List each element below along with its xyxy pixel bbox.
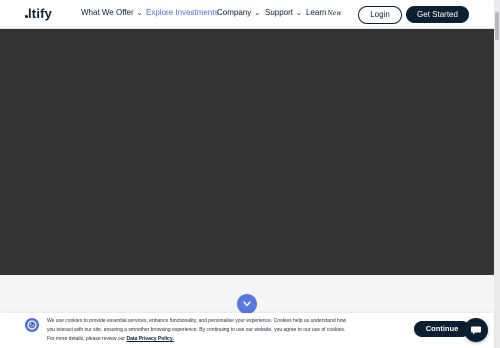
top-navbar: ltify What We Offer ⌄ Explore Investments…: [0, 0, 494, 29]
chevron-down-icon: ⌄: [296, 10, 302, 17]
logo-text: ltify: [28, 6, 53, 21]
scrollbar[interactable]: [494, 0, 500, 348]
data-privacy-policy-link[interactable]: Data Privacy Policy.: [126, 336, 173, 342]
cookie-message-prefix: For more details, please review our: [47, 336, 127, 342]
nav-company[interactable]: Company ⌄: [217, 8, 260, 17]
cookie-message: We use cookies to provide essential serv…: [47, 317, 397, 344]
chat-icon: [471, 326, 481, 335]
login-button[interactable]: Login: [358, 6, 402, 24]
cookie-message-line1: We use cookies to provide essential serv…: [47, 318, 347, 324]
cookie-message-line2: you interact with our site, ensuring a s…: [47, 327, 346, 333]
cookie-message-line3: For more details, please review our Data…: [47, 335, 397, 344]
chevron-down-icon: ⌄: [136, 10, 143, 17]
scroll-down-button[interactable]: [237, 294, 257, 314]
nav-explore-investments-label: Explore Investments: [146, 8, 219, 17]
get-started-button[interactable]: Get Started: [406, 6, 469, 23]
new-badge: New: [327, 10, 342, 17]
chevron-down-icon: ⌄: [254, 10, 261, 17]
nav-support-label: Support: [265, 8, 294, 17]
altify-logo[interactable]: ltify: [25, 6, 52, 21]
continue-button[interactable]: Continue: [414, 321, 470, 337]
nav-learn-label: Learn: [306, 8, 327, 17]
nav-what-we-offer[interactable]: What We Offer ⌄: [81, 8, 142, 17]
hero-section: [0, 29, 494, 275]
cookie-icon: [25, 318, 39, 332]
nav-company-label: Company: [217, 8, 252, 17]
nav-support[interactable]: Support ⌄: [265, 8, 302, 17]
nav-explore-investments[interactable]: Explore Investments: [146, 8, 218, 17]
chat-button[interactable]: [464, 318, 488, 342]
chevron-down-icon: [243, 301, 251, 307]
nav-learn[interactable]: LearnNew: [306, 8, 341, 17]
scrollbar-thumb[interactable]: [495, 12, 499, 40]
nav-what-we-offer-label: What We Offer: [81, 8, 134, 17]
